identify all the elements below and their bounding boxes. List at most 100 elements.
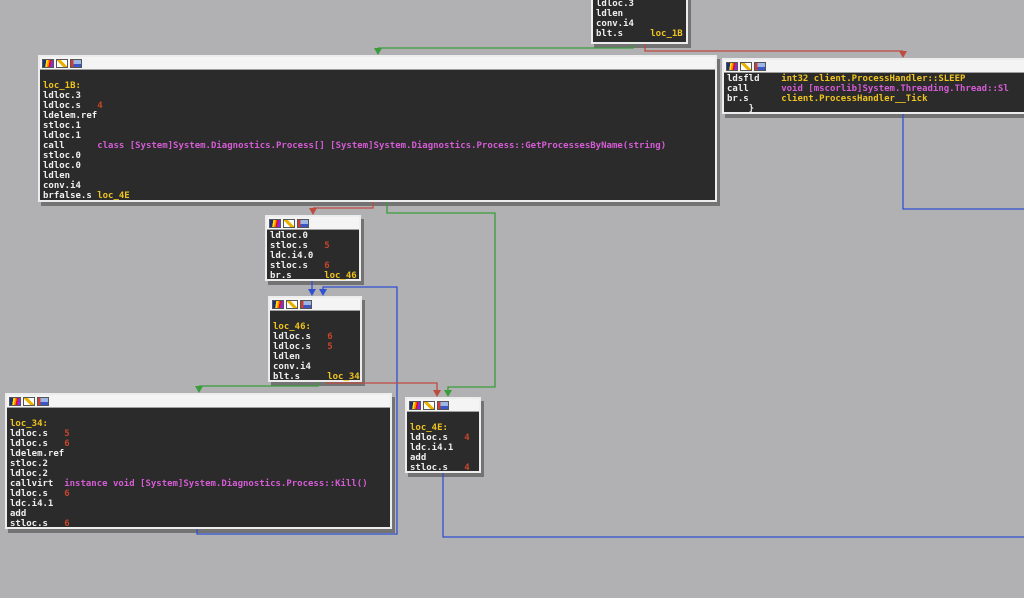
graph-icon[interactable] xyxy=(437,401,449,410)
code-text: br.s xyxy=(727,94,781,104)
code-text: 4 xyxy=(464,463,469,473)
code-text: ldloc.s xyxy=(10,439,64,449)
asm-line: call void [mscorlib]System.Threading.Thr… xyxy=(727,84,1024,94)
asm-line xyxy=(43,71,713,81)
code-text: 5 xyxy=(327,342,332,352)
code-text: ldloc.s xyxy=(10,489,64,499)
code-text: 4 xyxy=(464,433,469,443)
asm-line xyxy=(410,413,477,423)
graph-icon[interactable] xyxy=(754,62,766,71)
asm-line: ldloc.s 4 xyxy=(410,433,477,443)
graph-icon[interactable] xyxy=(70,59,82,68)
basic-block-loc_1B[interactable]: loc_1B:ldloc.3ldloc.s 4ldelem.refstloc.1… xyxy=(38,55,717,202)
code-text: void [mscorlib]System.Threading.Thread::… xyxy=(781,84,1009,94)
code-text: ldloc.2 xyxy=(10,469,48,479)
basic-block-loc_46[interactable]: loc_46:ldloc.s 6ldloc.s 5ldlenconv.i4blt… xyxy=(268,296,362,382)
asm-line: call class [System]System.Diagnostics.Pr… xyxy=(43,141,713,151)
palette-icon[interactable] xyxy=(42,59,54,68)
edge-loc1B-fallthrough xyxy=(313,202,373,208)
graph-icon[interactable] xyxy=(300,300,312,309)
code-text: ldloc.1 xyxy=(43,131,81,141)
basic-block-init-inner-loop[interactable]: ldloc.0stloc.s 5ldc.i4.0stloc.s 6br.s lo… xyxy=(265,215,361,281)
edge-loc4E-exit xyxy=(443,473,1024,537)
asm-line: ldloc.0 xyxy=(43,161,713,171)
code-text: 6 xyxy=(64,489,69,499)
block-code: loc_46:ldloc.s 6ldloc.s 5ldlenconv.i4blt… xyxy=(270,311,360,383)
block-title-bar[interactable] xyxy=(267,217,359,230)
asm-line: conv.i4 xyxy=(596,19,684,29)
palette-icon[interactable] xyxy=(726,62,738,71)
code-text: ldlen xyxy=(273,352,300,362)
asm-line: loc_4E: xyxy=(410,423,477,433)
asm-line: add xyxy=(410,453,477,463)
edit-icon[interactable] xyxy=(23,397,35,406)
asm-line: ldc.i4.1 xyxy=(10,499,388,509)
code-text: add xyxy=(410,453,426,463)
code-text: brfalse.s xyxy=(43,191,97,201)
block-title-bar[interactable] xyxy=(7,395,390,408)
basic-block-loc_4E[interactable]: loc_4E:ldloc.s 4ldc.i4.1addstloc.s 4 xyxy=(405,397,481,473)
palette-icon[interactable] xyxy=(272,300,284,309)
edge-arrowhead-loc34-back-loc46 xyxy=(319,289,327,296)
edit-icon[interactable] xyxy=(283,219,295,228)
code-text: ldloc.s xyxy=(43,101,97,111)
edge-arrowhead-loc46-to-loc4E xyxy=(433,390,441,397)
palette-icon[interactable] xyxy=(9,397,21,406)
code-text: conv.i4 xyxy=(596,19,634,29)
asm-line: blt.s loc_34 xyxy=(273,372,358,382)
code-text: ldelem.ref xyxy=(43,111,97,121)
code-text: ldloc.3 xyxy=(43,91,81,101)
block-title-bar[interactable] xyxy=(407,399,479,412)
code-label: loc_34 xyxy=(327,372,360,382)
code-text: add xyxy=(10,509,26,519)
code-text: callvirt xyxy=(10,479,64,489)
code-text: 4 xyxy=(97,101,102,111)
palette-icon[interactable] xyxy=(269,219,281,228)
graph-icon[interactable] xyxy=(297,219,309,228)
basic-block-loc_34[interactable]: loc_34:ldloc.s 5ldloc.s 6ldelem.refstloc… xyxy=(5,393,392,529)
code-text: stloc.s xyxy=(10,519,64,529)
asm-line: ldelem.ref xyxy=(10,449,388,459)
code-text: conv.i4 xyxy=(43,181,81,191)
code-label: loc_1B xyxy=(650,29,683,39)
flow-graph-view[interactable]: ldloc.3ldlenconv.i4blt.s loc_1B loc_1B:l… xyxy=(0,0,1024,598)
asm-line: stloc.s 4 xyxy=(410,463,477,473)
block-title-bar[interactable] xyxy=(724,60,1024,73)
asm-line: blt.s loc_1B xyxy=(596,29,684,39)
asm-line: ldloc.s 5 xyxy=(273,342,358,352)
asm-line: loc_46: xyxy=(273,322,358,332)
asm-line: callvirt instance void [System]System.Di… xyxy=(10,479,388,489)
asm-line: ldloc.1 xyxy=(43,131,713,141)
edit-icon[interactable] xyxy=(56,59,68,68)
code-text: ldloc.3 xyxy=(596,0,634,9)
asm-line xyxy=(273,312,358,322)
code-text: 6 xyxy=(327,332,332,342)
asm-line: ldlen xyxy=(596,9,684,19)
block-code: ldloc.3ldlenconv.i4blt.s loc_1B xyxy=(593,0,686,40)
edit-icon[interactable] xyxy=(286,300,298,309)
code-text: stloc.1 xyxy=(43,121,81,131)
asm-line: conv.i4 xyxy=(273,362,358,372)
code-text: ldc.i4.0 xyxy=(270,251,313,261)
block-code: ldsfld int32 client.ProcessHandler::SLEE… xyxy=(724,73,1024,115)
basic-block-sleep-tick[interactable]: ldsfld int32 client.ProcessHandler::SLEE… xyxy=(722,58,1024,114)
code-text: } xyxy=(727,104,754,114)
edit-icon[interactable] xyxy=(740,62,752,71)
code-text: blt.s xyxy=(273,372,327,382)
code-text: ldloc.s xyxy=(10,429,64,439)
block-title-bar[interactable] xyxy=(40,57,715,70)
code-label: int32 client.ProcessHandler::SLEEP xyxy=(781,74,965,84)
edit-icon[interactable] xyxy=(423,401,435,410)
asm-line: ldc.i4.1 xyxy=(410,443,477,453)
block-title-bar[interactable] xyxy=(270,298,360,311)
basic-block-entry-top[interactable]: ldloc.3ldlenconv.i4blt.s loc_1B xyxy=(591,0,688,44)
palette-icon[interactable] xyxy=(409,401,421,410)
code-label: client.ProcessHandler__Tick xyxy=(781,94,927,104)
code-text: class [System]System.Diagnostics.Process… xyxy=(97,141,666,151)
asm-line: ldloc.3 xyxy=(43,91,713,101)
graph-icon[interactable] xyxy=(37,397,49,406)
asm-line: stloc.2 xyxy=(10,459,388,469)
code-label: loc_4E xyxy=(97,191,130,201)
code-label: loc_1B: xyxy=(43,81,81,91)
edge-arrowhead-loc1B-to-loc4E xyxy=(444,390,452,397)
